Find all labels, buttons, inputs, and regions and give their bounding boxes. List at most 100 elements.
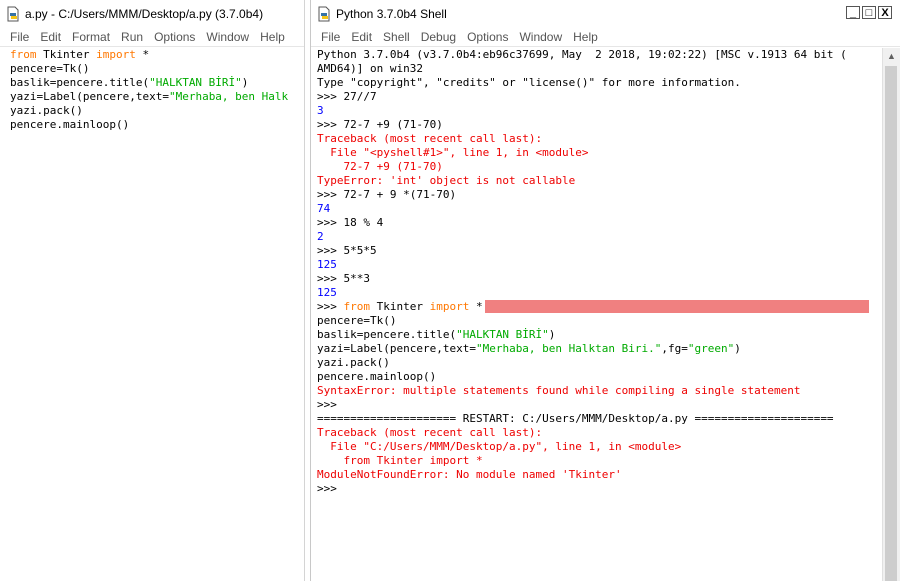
shell-line: Traceback (most recent call last):	[317, 132, 869, 146]
close-button[interactable]: X	[878, 6, 892, 19]
code-token: )	[548, 328, 556, 341]
code-token: pencere=Tk()	[317, 314, 397, 327]
menu-shell[interactable]: Shell	[383, 30, 410, 44]
menu-help[interactable]: Help	[573, 30, 598, 44]
code-token: File "C:/Users/MMM/Desktop/a.py", line 1…	[317, 440, 682, 453]
menu-options[interactable]: Options	[467, 30, 508, 44]
shell-line: >>> from Tkinter import *	[317, 300, 869, 314]
menu-file[interactable]: File	[10, 30, 29, 44]
shell-line: 72-7 +9 (71-70)	[317, 160, 869, 174]
shell-line: Traceback (most recent call last):	[317, 426, 869, 440]
code-token: pencere.mainloop()	[10, 118, 130, 131]
code-token: )	[734, 342, 741, 355]
menu-file[interactable]: File	[321, 30, 340, 44]
code-token: "HALKTAN BİRİ"	[149, 76, 242, 89]
python-shell-icon	[316, 6, 332, 22]
shell-output-area[interactable]: Python 3.7.0b4 (v3.7.0b4:eb96c37699, May…	[317, 48, 869, 496]
code-token: yazi.pack()	[10, 104, 83, 117]
code-token: >>> 18 % 4	[317, 216, 384, 229]
code-token: from	[343, 300, 371, 313]
code-token: *	[135, 48, 150, 61]
shell-line: >>> 5**3	[317, 272, 869, 286]
code-token: yazi=Label(pencere,text=	[10, 90, 169, 103]
code-token: File "<pyshell#1>", line 1, in <module>	[317, 146, 589, 159]
maximize-button[interactable]: □	[862, 6, 876, 19]
code-token: 3	[317, 104, 324, 117]
code-token: >>> 27//7	[317, 90, 377, 103]
menu-run[interactable]: Run	[121, 30, 143, 44]
scrollbar-thumb[interactable]	[885, 66, 897, 581]
code-token: >>>	[317, 482, 344, 495]
menu-options[interactable]: Options	[154, 30, 195, 44]
code-token: yazi.pack()	[317, 356, 390, 369]
shell-line: 125	[317, 258, 869, 272]
window-controls: _ □ X	[844, 6, 892, 19]
code-token: 72-7 +9 (71-70)	[317, 160, 443, 173]
shell-menubar: File Edit Shell Debug Options Window Hel…	[311, 28, 900, 46]
editor-window: a.py - C:/Users/MMM/Desktop/a.py (3.7.0b…	[0, 0, 305, 581]
menu-window[interactable]: Window	[206, 30, 249, 44]
code-token: Type "copyright", "credits" or "license(…	[317, 76, 741, 89]
code-token: "Merhaba, ben Halk	[168, 90, 289, 103]
shell-divider	[311, 46, 900, 47]
code-token: 74	[317, 202, 331, 215]
editor-code-line: from Tkinter import *	[10, 48, 288, 62]
scroll-up-arrow-icon[interactable]: ▲	[883, 48, 900, 65]
shell-line: AMD64)] on win32	[317, 62, 869, 76]
shell-line: yazi=Label(pencere,text="Merhaba, ben Ha…	[317, 342, 869, 356]
editor-code-area[interactable]: from Tkinter import * pencere=Tk() baslik=…	[10, 48, 288, 132]
code-token: from Tkinter import *	[317, 454, 483, 467]
editor-code-line: pencere.mainloop()	[10, 118, 288, 132]
shell-line: pencere=Tk()	[317, 314, 869, 328]
editor-code-line: yazi.pack()	[10, 104, 288, 118]
menu-help[interactable]: Help	[260, 30, 285, 44]
editor-divider	[0, 46, 304, 47]
code-token: Traceback (most recent call last):	[317, 426, 543, 439]
shell-line: File "<pyshell#1>", line 1, in <module>	[317, 146, 869, 160]
shell-window: Python 3.7.0b4 Shell _ □ X File Edit She…	[310, 0, 900, 581]
vertical-scrollbar[interactable]: ▲	[882, 48, 900, 581]
code-token: 125	[317, 286, 337, 299]
shell-line: >>> 27//7	[317, 90, 869, 104]
code-token: "green"	[687, 342, 735, 355]
shell-line: >>>	[317, 398, 869, 412]
code-token: import	[96, 48, 136, 61]
code-token: AMD64)] on win32	[317, 62, 423, 75]
shell-line: >>> 72-7 +9 (71-70)	[317, 118, 869, 132]
code-token: >>>	[317, 398, 344, 411]
editor-titlebar[interactable]: a.py - C:/Users/MMM/Desktop/a.py (3.7.0b…	[0, 0, 304, 28]
code-token: TypeError: 'int' object is not callable	[317, 174, 576, 187]
code-token: >>> 5**3	[317, 272, 370, 285]
shell-line: ModuleNotFoundError: No module named 'Tk…	[317, 468, 869, 482]
shell-line: ===================== RESTART: C:/Users/…	[317, 412, 869, 426]
code-token: 125	[317, 258, 337, 271]
shell-line: Type "copyright", "credits" or "license(…	[317, 76, 869, 90]
editor-code-line: yazi=Label(pencere,text="Merhaba, ben Ha…	[10, 90, 288, 104]
shell-line: 74	[317, 202, 869, 216]
menu-edit[interactable]: Edit	[40, 30, 61, 44]
shell-titlebar[interactable]: Python 3.7.0b4 Shell _ □ X	[311, 0, 900, 28]
minimize-button[interactable]: _	[846, 6, 860, 19]
menu-window[interactable]: Window	[519, 30, 562, 44]
shell-line: Python 3.7.0b4 (v3.7.0b4:eb96c37699, May…	[317, 48, 869, 62]
code-token: yazi=Label(pencere,text=	[317, 342, 476, 355]
menu-edit[interactable]: Edit	[351, 30, 372, 44]
shell-line: pencere.mainloop()	[317, 370, 869, 384]
code-token: >>> 72-7 + 9 *(71-70)	[317, 188, 457, 201]
code-token: >>> 5*5*5	[317, 244, 377, 257]
shell-line: >>> 5*5*5	[317, 244, 869, 258]
code-token: pencere=Tk()	[10, 62, 90, 75]
selection-highlight	[484, 300, 869, 313]
menu-debug[interactable]: Debug	[421, 30, 456, 44]
shell-line: SyntaxError: multiple statements found w…	[317, 384, 869, 398]
code-token: import	[429, 300, 470, 313]
code-token: ===================== RESTART: C:/Users/…	[317, 412, 834, 425]
menu-format[interactable]: Format	[72, 30, 110, 44]
code-token: "HALKTAN BİRİ"	[456, 328, 549, 341]
code-token: "Merhaba, ben Halktan Biri."	[475, 342, 662, 355]
code-token: >>>	[317, 300, 344, 313]
shell-line: 2	[317, 230, 869, 244]
code-token: )	[241, 76, 249, 89]
editor-title: a.py - C:/Users/MMM/Desktop/a.py (3.7.0b…	[25, 7, 264, 21]
code-token: Tkinter	[370, 300, 430, 313]
